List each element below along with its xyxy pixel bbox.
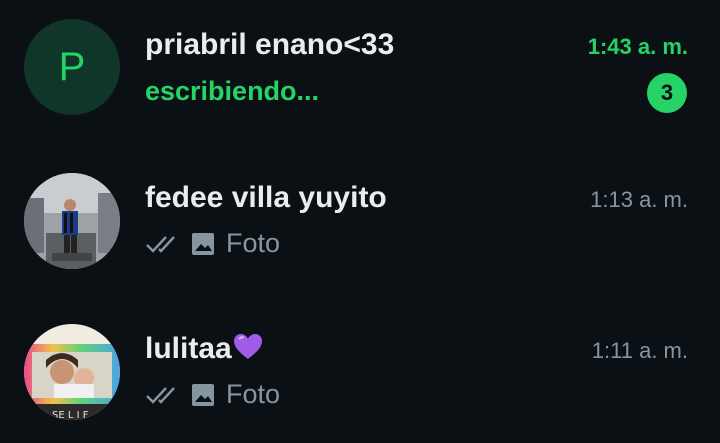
chat-row-fedee[interactable]: fedee villa yuyito 1:13 a. m. Foto bbox=[0, 151, 720, 291]
chat-list: P priabril enano<33 1:43 a. m. escribien… bbox=[0, 0, 720, 443]
last-message-preview: Foto bbox=[145, 228, 280, 259]
purple-heart-icon bbox=[233, 333, 263, 369]
avatar[interactable] bbox=[24, 173, 120, 269]
unread-badge: 3 bbox=[647, 73, 687, 113]
chat-time: 1:11 a. m. bbox=[591, 338, 688, 363]
chat-row-priabril[interactable]: P priabril enano<33 1:43 a. m. escribien… bbox=[0, 0, 720, 140]
chat-time: 1:13 a. m. bbox=[590, 187, 688, 212]
contact-name: lulitaa bbox=[145, 332, 263, 369]
chat-row-lulitaa[interactable]: SE L I F lulitaa 1:11 a. m. Foto bbox=[0, 302, 720, 442]
profile-photo-icon bbox=[24, 173, 120, 269]
typing-status: escribiendo... bbox=[145, 76, 320, 106]
chat-time: 1:43 a. m. bbox=[587, 34, 688, 59]
photo-icon bbox=[191, 383, 215, 407]
contact-name-text: lulitaa bbox=[145, 332, 232, 365]
preview-text: Foto bbox=[226, 228, 281, 258]
contact-name: fedee villa yuyito bbox=[145, 181, 387, 214]
svg-text:SE L I F: SE L I F bbox=[52, 410, 89, 420]
double-check-icon bbox=[145, 234, 179, 254]
contact-name: priabril enano<33 bbox=[145, 28, 395, 61]
last-message-preview: Foto bbox=[145, 379, 280, 410]
preview-text: Foto bbox=[226, 379, 281, 409]
photo-icon bbox=[191, 232, 215, 256]
profile-photo-icon: SE L I F bbox=[24, 324, 120, 420]
avatar[interactable]: SE L I F bbox=[24, 324, 120, 420]
double-check-icon bbox=[145, 385, 179, 405]
avatar[interactable]: P bbox=[24, 19, 120, 115]
